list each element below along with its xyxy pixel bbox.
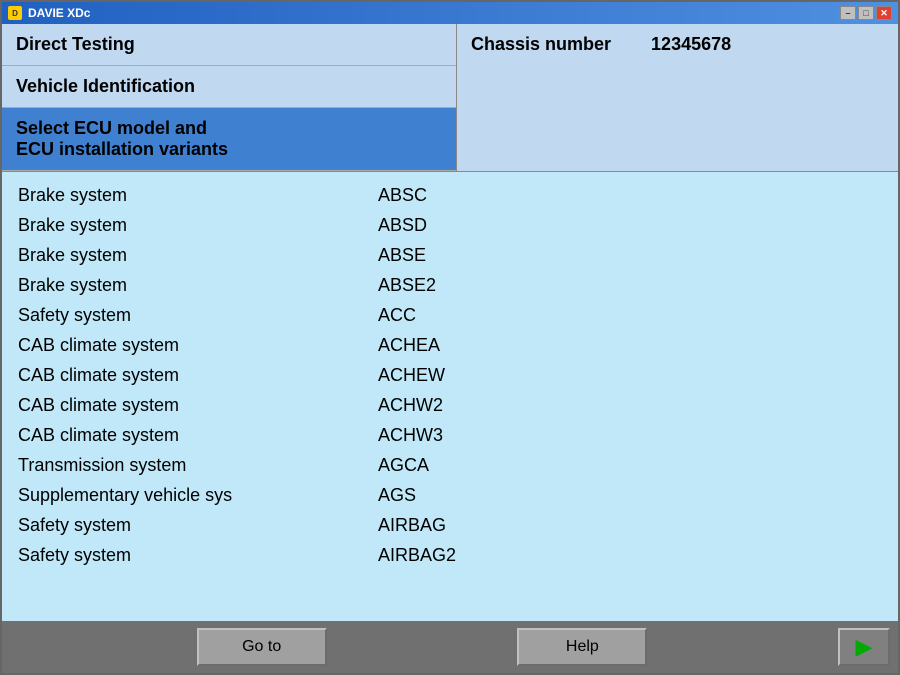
- close-button[interactable]: ✕: [876, 6, 892, 20]
- list-item-system: CAB climate system: [18, 335, 378, 356]
- list-item-system: Brake system: [18, 245, 378, 266]
- list-item-code: ACC: [378, 305, 882, 326]
- list-item-system: Safety system: [18, 545, 378, 566]
- list-item-system: CAB climate system: [18, 395, 378, 416]
- list-container: Brake systemABSCBrake systemABSDBrake sy…: [2, 172, 898, 621]
- bottom-toolbar: Go to Help ▶: [2, 621, 898, 673]
- list-item-code: ACHW2: [378, 395, 882, 416]
- list-item[interactable]: Supplementary vehicle sysAGS: [18, 480, 882, 510]
- list-item[interactable]: CAB climate systemACHW2: [18, 390, 882, 420]
- list-item-system: Transmission system: [18, 455, 378, 476]
- help-button[interactable]: Help: [517, 628, 647, 666]
- list-item-code: AIRBAG: [378, 515, 882, 536]
- list-item-system: Supplementary vehicle sys: [18, 485, 378, 506]
- list-item-system: Brake system: [18, 185, 378, 206]
- list-item-system: CAB climate system: [18, 365, 378, 386]
- title-bar-left: D DAVIE XDc: [8, 6, 90, 20]
- list-item-system: Safety system: [18, 305, 378, 326]
- list-item-code: AGS: [378, 485, 882, 506]
- list-item[interactable]: CAB climate systemACHEA: [18, 330, 882, 360]
- chassis-number-label: Chassis number: [471, 34, 611, 55]
- vehicle-identification-label: Vehicle Identification: [2, 66, 456, 108]
- list-item-code: ABSE: [378, 245, 882, 266]
- list-item[interactable]: Safety systemAIRBAG2: [18, 540, 882, 570]
- list-item-code: ACHEW: [378, 365, 882, 386]
- list-item[interactable]: Brake systemABSC: [18, 180, 882, 210]
- goto-button[interactable]: Go to: [197, 628, 327, 666]
- list-item-code: ABSE2: [378, 275, 882, 296]
- list-item[interactable]: Safety systemAIRBAG: [18, 510, 882, 540]
- app-icon: D: [8, 6, 22, 20]
- chassis-number-value: 12345678: [651, 34, 731, 55]
- next-button[interactable]: ▶: [838, 628, 890, 666]
- list-item-code: ACHEA: [378, 335, 882, 356]
- list-item-code: AIRBAG2: [378, 545, 882, 566]
- direct-testing-label: Direct Testing: [2, 24, 456, 66]
- header-right: Chassis number 12345678: [457, 24, 898, 171]
- title-controls: – □ ✕: [840, 6, 892, 20]
- list-item[interactable]: CAB climate systemACHEW: [18, 360, 882, 390]
- list-item-system: CAB climate system: [18, 425, 378, 446]
- list-item-system: Safety system: [18, 515, 378, 536]
- list-item[interactable]: CAB climate systemACHW3: [18, 420, 882, 450]
- header-section: Direct Testing Vehicle Identification Se…: [2, 24, 898, 172]
- list-item-system: Brake system: [18, 215, 378, 236]
- window-title: DAVIE XDc: [28, 6, 90, 20]
- list-item-code: AGCA: [378, 455, 882, 476]
- list-item[interactable]: Safety systemACC: [18, 300, 882, 330]
- list-item-code: ABSD: [378, 215, 882, 236]
- list-item-system: Brake system: [18, 275, 378, 296]
- maximize-button[interactable]: □: [858, 6, 874, 20]
- main-area: Brake systemABSCBrake systemABSDBrake sy…: [2, 172, 898, 621]
- list-item[interactable]: Transmission systemAGCA: [18, 450, 882, 480]
- select-ecu-label[interactable]: Select ECU model and ECU installation va…: [2, 108, 456, 171]
- title-bar: D DAVIE XDc – □ ✕: [2, 2, 898, 24]
- list-item-code: ACHW3: [378, 425, 882, 446]
- minimize-button[interactable]: –: [840, 6, 856, 20]
- header-left: Direct Testing Vehicle Identification Se…: [2, 24, 457, 171]
- play-icon: ▶: [856, 634, 873, 660]
- list-item-code: ABSC: [378, 185, 882, 206]
- main-window: D DAVIE XDc – □ ✕ Direct Testing Vehicle…: [0, 0, 900, 675]
- ecu-list[interactable]: Brake systemABSCBrake systemABSDBrake sy…: [2, 172, 898, 621]
- list-item[interactable]: Brake systemABSE2: [18, 270, 882, 300]
- list-item[interactable]: Brake systemABSD: [18, 210, 882, 240]
- list-item[interactable]: Brake systemABSE: [18, 240, 882, 270]
